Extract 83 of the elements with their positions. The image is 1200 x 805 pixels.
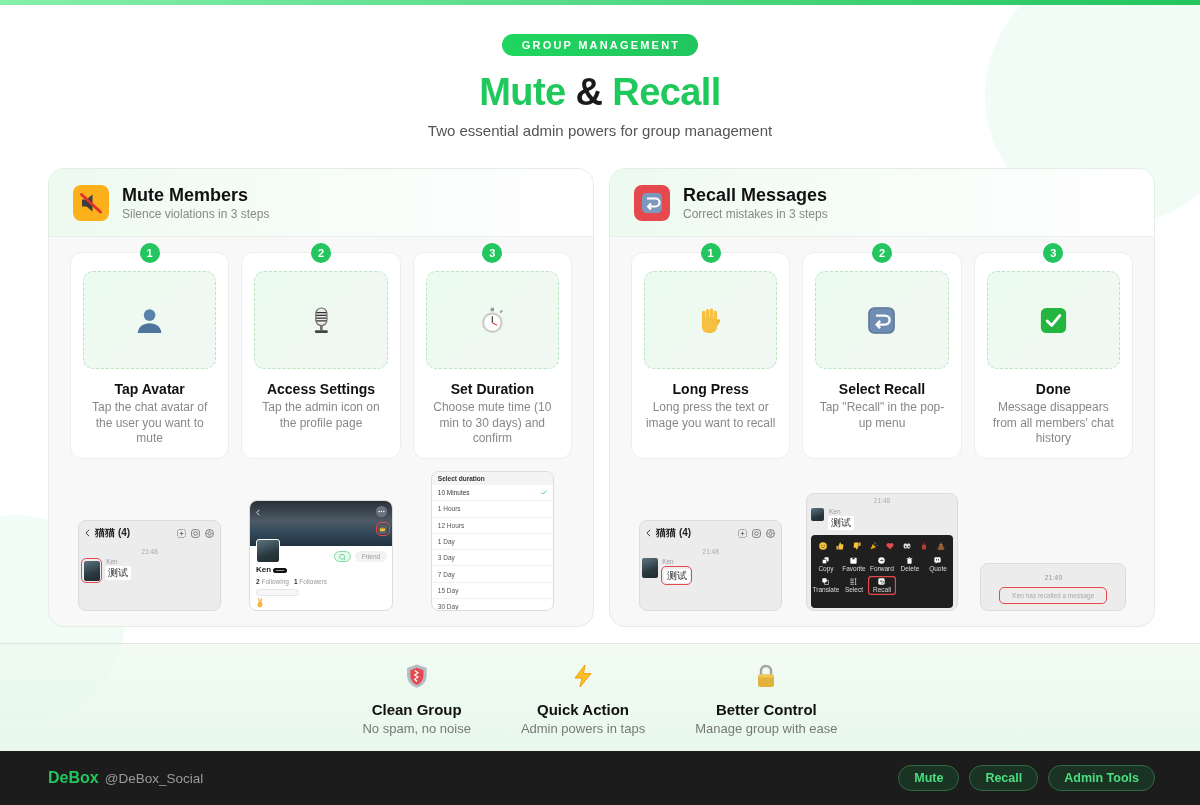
- step-number: 1: [700, 243, 721, 263]
- panel-subtitle: Silence violations in 3 steps: [122, 206, 270, 222]
- camera-icon[interactable]: [191, 528, 201, 538]
- profile-name: Ken: [256, 565, 272, 575]
- text-select-icon: [850, 578, 858, 585]
- heart-icon[interactable]: [886, 542, 895, 550]
- step-title: Set Duration: [450, 381, 534, 398]
- eyes-icon[interactable]: [903, 542, 912, 550]
- quote-icon: [934, 557, 942, 564]
- bottle-icon[interactable]: [920, 542, 929, 550]
- copy-icon: [822, 557, 830, 564]
- more-icon[interactable]: [376, 506, 387, 517]
- footer-tag: Admin Tools: [1048, 765, 1155, 791]
- settings-icon[interactable]: [205, 528, 215, 538]
- plus-square-icon[interactable]: [738, 528, 748, 538]
- avatar-photo[interactable]: [256, 539, 280, 563]
- camera-icon[interactable]: [752, 528, 762, 538]
- padlock-icon: [757, 664, 776, 688]
- back-icon[interactable]: [85, 529, 91, 537]
- undo-icon: [878, 578, 886, 585]
- brand-logo[interactable]: DeBox: [48, 769, 99, 787]
- step-title: Access Settings: [266, 381, 376, 398]
- settings-icon[interactable]: [766, 528, 776, 538]
- plus-square-icon[interactable]: [177, 528, 187, 538]
- check-icon: [540, 490, 547, 496]
- feature-subtitle: Manage group with ease: [695, 721, 838, 737]
- step-description: Tap "Recall" in the pop-up menu: [818, 400, 946, 431]
- step-description: Tap the chat avatar of the user you want to mute: [90, 400, 209, 447]
- page-title: Mute & Recall: [479, 70, 721, 115]
- step-number: 3: [482, 243, 503, 263]
- footer-tag: Mute: [898, 765, 960, 791]
- smiley-icon[interactable]: [819, 542, 827, 550]
- message-bubble[interactable]: 测试: [828, 516, 854, 530]
- step-title: Tap Avatar: [114, 381, 185, 398]
- raised-hand-icon: [700, 306, 722, 334]
- avatar-photo[interactable]: [642, 558, 659, 578]
- feature-subtitle: No spam, no noise: [362, 721, 471, 737]
- feature-title: Clean Group: [371, 701, 462, 719]
- microphone-icon: [312, 306, 330, 334]
- feature-title: Better Control: [715, 701, 817, 719]
- thumbs-up-icon[interactable]: [835, 542, 844, 550]
- step-description: Message disappears from all members' chat history: [991, 400, 1115, 447]
- chat-bubble-icon: [339, 553, 346, 560]
- step-description: Choose mute time (10 min to 30 days) and confirm: [432, 400, 553, 447]
- lightning-icon: [574, 664, 592, 688]
- step-number: 1: [139, 243, 160, 263]
- panel-title: Mute Members: [122, 183, 250, 206]
- step-description: Long press the text or image you want to recall: [644, 400, 777, 431]
- step-title: Long Press: [672, 381, 749, 398]
- chat-title: 猫猫 (4): [656, 527, 692, 539]
- poop-icon[interactable]: [936, 542, 945, 550]
- step-number: 2: [872, 243, 892, 263]
- feature-subtitle: Admin powers in taps: [520, 721, 646, 737]
- step-number: 2: [311, 243, 331, 263]
- step-title: Done: [1035, 381, 1071, 398]
- page-subtitle: Two essential admin powers for group management: [427, 122, 773, 140]
- feature-title: Quick Action: [537, 701, 629, 719]
- trash-icon: [906, 557, 914, 564]
- person-icon: [137, 306, 163, 334]
- step-description: Tap the admin icon on the profile page: [261, 400, 381, 431]
- section-badge: GROUP MANAGEMENT: [501, 34, 699, 56]
- box-icon: [850, 557, 858, 564]
- panel-subtitle: Correct mistakes in 3 steps: [683, 206, 828, 222]
- chat-title: 猫猫 (4): [95, 527, 131, 539]
- party-popper-icon[interactable]: [869, 542, 878, 550]
- forward-icon: [878, 557, 886, 564]
- message-bubble[interactable]: 测试: [105, 566, 132, 580]
- message-bubble[interactable]: 测试: [663, 568, 690, 583]
- step-number: 3: [1043, 243, 1064, 263]
- stopwatch-icon: [481, 306, 504, 334]
- panel-title: Recall Messages: [683, 183, 828, 206]
- shield-icon: [405, 664, 428, 688]
- footer-tag: Recall: [969, 765, 1039, 791]
- check-mark-icon: [1039, 306, 1067, 334]
- social-handle: @DeBox_Social: [104, 770, 204, 786]
- thumbs-down-icon[interactable]: [852, 542, 861, 550]
- address-pill: [256, 589, 299, 596]
- step-title: Select Recall: [838, 381, 926, 398]
- back-icon[interactable]: [646, 529, 652, 537]
- victory-hand-icon: [256, 598, 264, 608]
- tag-icon: [273, 567, 288, 573]
- muted-speaker-icon: [73, 184, 109, 221]
- translate-icon: [822, 578, 830, 585]
